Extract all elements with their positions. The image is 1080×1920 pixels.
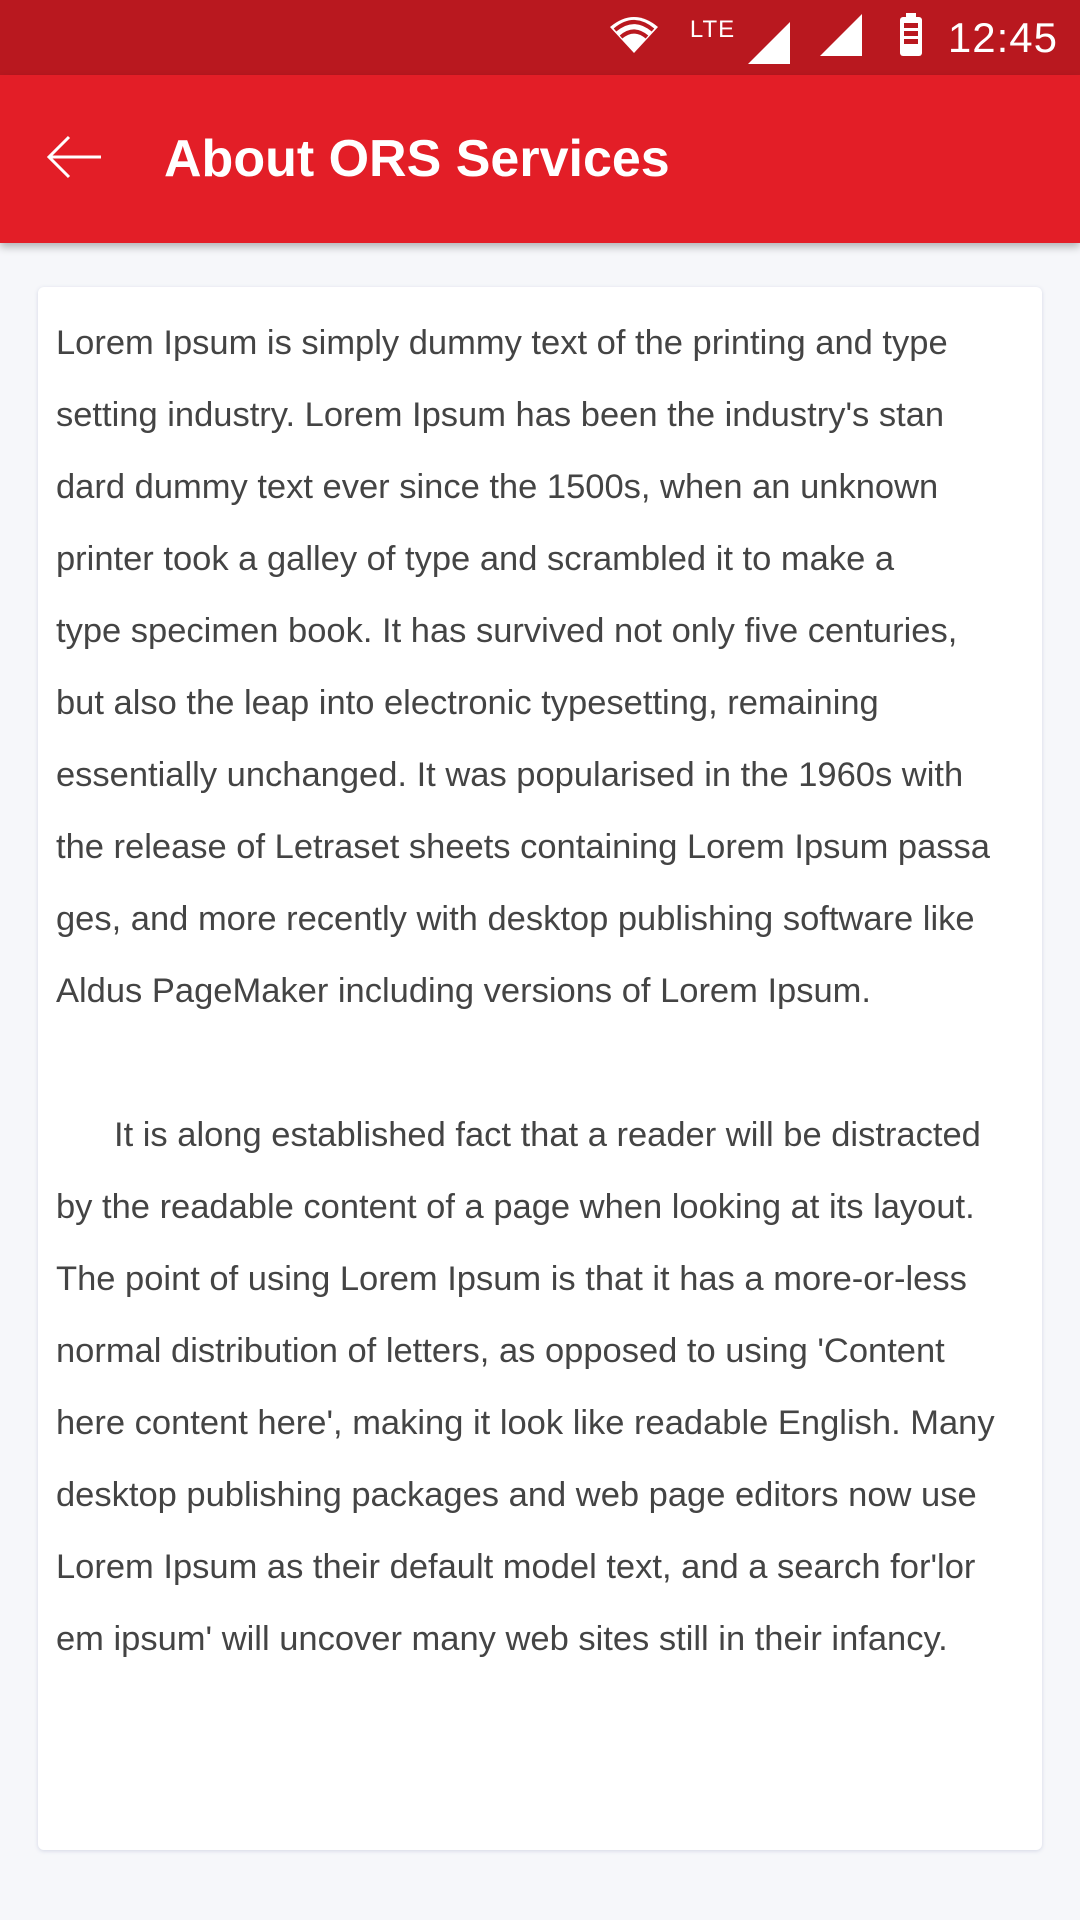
text-line: here content here', making it look like … <box>56 1404 995 1442</box>
text-line: ges, and more recently with desktop publ… <box>56 900 975 938</box>
text-line: printer took a galley of type and scramb… <box>56 540 895 578</box>
text-line: essentially unchanged. It was popularise… <box>56 756 964 794</box>
status-icons: LTE 12:45 <box>608 0 1080 75</box>
text-line: setting industry. Lorem Ipsum has been t… <box>56 396 945 434</box>
text-line: but also the leap into electronic typese… <box>56 684 879 722</box>
network-type-label: LTE <box>689 15 736 43</box>
status-bar: LTE 12:45 <box>0 0 1080 75</box>
paragraph-2: It is along established fact that a read… <box>56 1099 1042 1675</box>
battery-icon <box>898 13 924 62</box>
text-line: the release of Letraset sheets containin… <box>56 828 990 866</box>
arrow-left-icon <box>45 135 105 184</box>
text-line: The point of using Lorem Ipsum is that i… <box>56 1260 967 1298</box>
text-line: type specimen book. It has survived not … <box>56 612 958 650</box>
back-button[interactable] <box>30 119 120 199</box>
text-line: Aldus PageMaker including versions of Lo… <box>56 972 871 1010</box>
app-bar: About ORS Services <box>0 75 1080 243</box>
text-line: em ipsum' will uncover many web sites st… <box>56 1620 948 1658</box>
wifi-icon <box>608 15 660 60</box>
text-line: dard dummy text ever since the 1500s, wh… <box>56 468 939 506</box>
signal-icon <box>819 14 862 61</box>
page-title: About ORS Services <box>164 130 670 188</box>
paragraph-1: Lorem Ipsum is simply dummy text of the … <box>56 307 1042 1027</box>
text-line: by the readable content of a page when l… <box>56 1188 975 1226</box>
text-line: Lorem Ipsum is simply dummy text of the … <box>56 324 948 362</box>
text-line: normal distribution of letters, as oppos… <box>56 1332 945 1370</box>
about-content-card: Lorem Ipsum is simply dummy text of the … <box>38 287 1042 1850</box>
text-line: It is along established fact that a read… <box>114 1116 981 1154</box>
text-line: Lorem Ipsum as their default model text,… <box>56 1548 976 1586</box>
clock: 12:45 <box>947 13 1058 61</box>
text-line: desktop publishing packages and web page… <box>56 1476 977 1514</box>
lte-signal: LTE <box>690 8 790 68</box>
signal-icon <box>747 21 790 69</box>
